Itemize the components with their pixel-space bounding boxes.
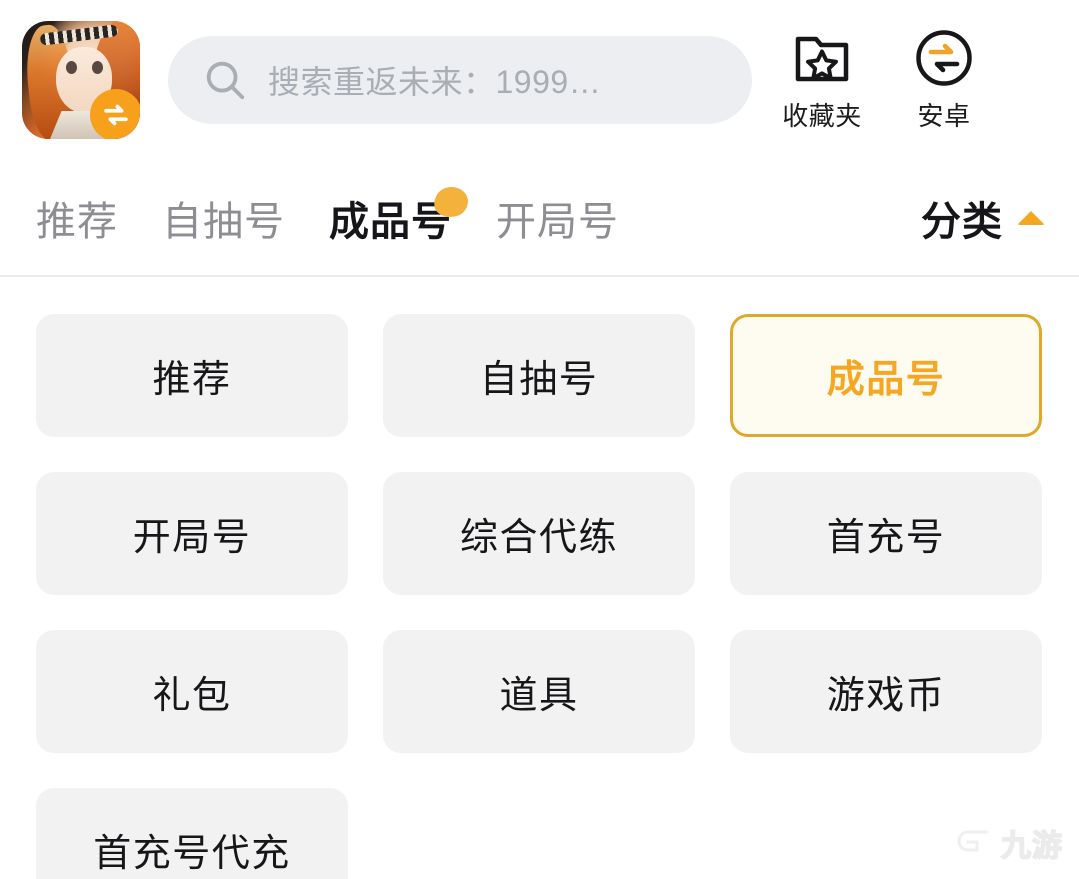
- watermark-text: 九游: [1000, 829, 1063, 864]
- category-chip-label: 综合代练: [459, 517, 618, 559]
- category-filter-label: 分类: [921, 200, 1003, 244]
- search-icon: [202, 57, 248, 103]
- tab-starter-account[interactable]: 开局号: [474, 189, 641, 247]
- avatar-eye-left: [66, 61, 77, 74]
- category-chip-label: 推荐: [152, 359, 232, 401]
- category-chip-label: 开局号: [132, 517, 252, 559]
- jiuyou-logo-icon: [953, 823, 993, 863]
- avatar-eye-right: [92, 61, 103, 74]
- category-chip-recommend[interactable]: 推荐: [36, 314, 348, 437]
- app-header: 搜索重返未来：1999… 收藏夹 安卓: [0, 0, 1079, 160]
- search-placeholder: 搜索重返未来：1999…: [268, 64, 602, 100]
- category-chip-self-draw[interactable]: 自抽号: [383, 314, 695, 437]
- category-chip-label: 礼包: [152, 675, 232, 717]
- category-chip-finished-account[interactable]: 成品号: [730, 314, 1042, 437]
- category-chip-items[interactable]: 道具: [383, 630, 695, 753]
- tab-self-draw[interactable]: 自抽号: [140, 189, 307, 247]
- category-chip-label: 成品号: [826, 359, 946, 401]
- watermark: 九游: [953, 821, 1063, 865]
- exchange-arrows-icon: [90, 89, 140, 139]
- category-filter-toggle[interactable]: 分类: [921, 189, 1053, 247]
- app-root: 搜索重返未来：1999… 收藏夹 安卓 推荐 自抽号 成品号 开局号 分类 推荐…: [0, 0, 1079, 879]
- platform-button[interactable]: 安卓: [898, 27, 990, 133]
- category-chip-boosting[interactable]: 综合代练: [383, 472, 695, 595]
- category-chip-label: 自抽号: [479, 359, 599, 401]
- category-chip-first-recharge-proxy[interactable]: 首充号代充: [36, 788, 348, 879]
- tab-recommend[interactable]: 推荐: [14, 189, 140, 247]
- category-chip-label: 道具: [499, 675, 579, 717]
- category-chip-gift-pack[interactable]: 礼包: [36, 630, 348, 753]
- tab-recommend-label: 推荐: [36, 200, 118, 244]
- category-chip-label: 游戏币: [826, 675, 946, 717]
- tabs-divider: [0, 275, 1079, 277]
- category-chip-label: 首充号代充: [93, 833, 291, 875]
- tab-starter-account-label: 开局号: [496, 200, 619, 244]
- tab-self-draw-label: 自抽号: [162, 200, 285, 244]
- tab-finished-account[interactable]: 成品号: [307, 184, 474, 247]
- search-input[interactable]: 搜索重返未来：1999…: [168, 36, 752, 124]
- category-chip-game-currency[interactable]: 游戏币: [730, 630, 1042, 753]
- swap-circle-icon: [914, 27, 974, 89]
- category-chip-label: 首充号: [826, 517, 946, 559]
- avatar[interactable]: [22, 21, 140, 139]
- tab-bar: 推荐 自抽号 成品号 开局号 分类: [0, 160, 1079, 276]
- category-grid: 推荐 自抽号 成品号 开局号 综合代练 首充号 礼包 道具 游戏币 首充号代充: [36, 314, 1043, 879]
- category-chip-starter-account[interactable]: 开局号: [36, 472, 348, 595]
- favorites-label: 收藏夹: [782, 101, 862, 131]
- favorites-button[interactable]: 收藏夹: [776, 27, 868, 133]
- platform-label: 安卓: [917, 101, 971, 131]
- folder-star-icon: [794, 27, 850, 89]
- tab-finished-account-label: 成品号: [329, 200, 452, 244]
- category-chip-first-recharge[interactable]: 首充号: [730, 472, 1042, 595]
- caret-up-icon: [1017, 211, 1045, 225]
